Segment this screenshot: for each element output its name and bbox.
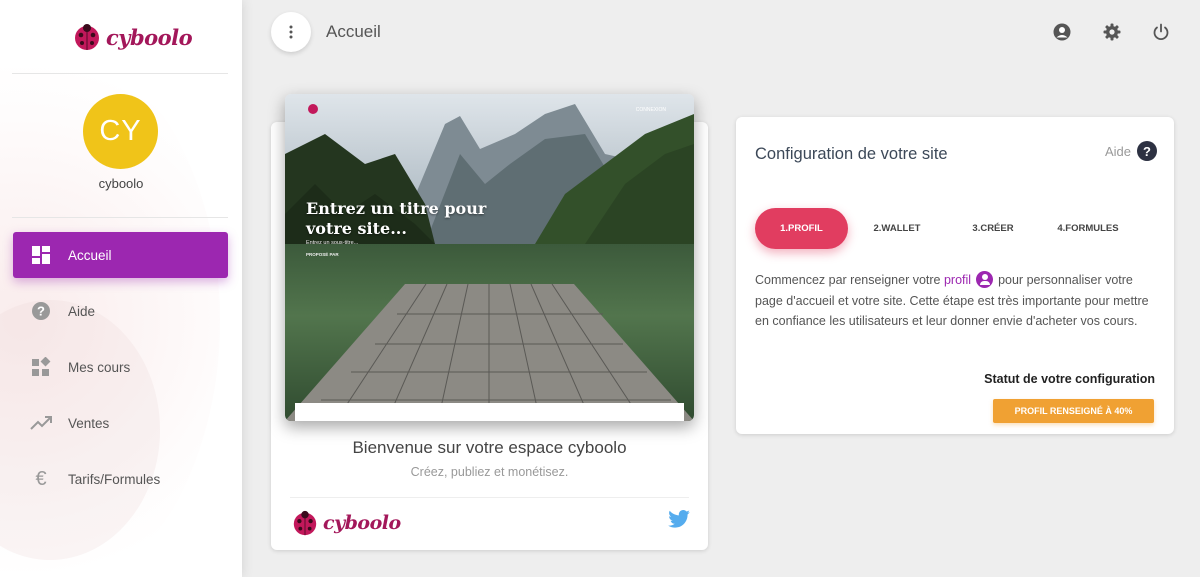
sidebar-item-label: Tarifs/Formules xyxy=(68,471,161,487)
user-name: cyboolo xyxy=(98,176,144,191)
hero-login-link[interactable]: CONNEXION xyxy=(636,107,666,113)
sidebar-item-label: Mes cours xyxy=(68,359,131,375)
divider xyxy=(290,497,689,498)
twitter-icon[interactable] xyxy=(668,510,690,528)
trending-up-icon xyxy=(30,412,52,434)
help-circle-icon: ? xyxy=(30,300,52,322)
step-formules[interactable]: 4.FORMULES xyxy=(1050,208,1126,249)
svg-text:?: ? xyxy=(37,304,45,319)
footer-brand-logo[interactable]: cyboolo xyxy=(291,509,401,537)
status-label: Statut de votre configuration xyxy=(984,372,1155,386)
sidebar: cyboolo CY cyboolo Accueil ? Aide Mes co… xyxy=(0,0,242,577)
power-icon[interactable] xyxy=(1150,21,1172,43)
hero-bottom-bar xyxy=(295,403,684,421)
menu-button[interactable] xyxy=(271,12,311,52)
ladybug-icon xyxy=(75,24,99,50)
widgets-icon xyxy=(30,356,52,378)
hero-by-label: PROPOSÉ PAR xyxy=(306,252,339,257)
profile-link[interactable]: profil xyxy=(944,273,971,287)
configuration-title: Configuration de votre site xyxy=(755,145,948,163)
sidebar-item-label: Accueil xyxy=(68,247,112,263)
welcome-subtitle: Créez, publiez et monétisez. xyxy=(410,465,569,479)
hero-dock xyxy=(285,284,694,421)
sidebar-item-label: Ventes xyxy=(68,415,110,431)
account-circle-icon xyxy=(976,271,994,288)
sidebar-item-aide[interactable]: ? Aide xyxy=(13,288,228,334)
footer-brand-name: cyboolo xyxy=(323,512,401,534)
settings-icon[interactable] xyxy=(1101,21,1123,43)
step-profil[interactable]: 1.PROFIL xyxy=(755,208,848,249)
status-badge: PROFIL RENSEIGNÉ À 40% xyxy=(993,399,1154,423)
divider xyxy=(12,217,228,218)
help-link[interactable]: Aide ? xyxy=(1105,141,1158,161)
configuration-description: Commencez par renseigner votre profil pou… xyxy=(755,270,1155,332)
sidebar-item-accueil[interactable]: Accueil xyxy=(13,232,228,278)
page-title: Accueil xyxy=(326,22,381,41)
hero-subtitle: Entrez un sous-titre... xyxy=(306,240,359,246)
sidebar-item-label: Aide xyxy=(68,303,96,319)
euro-icon: € xyxy=(35,467,47,490)
dashboard-icon xyxy=(30,244,52,266)
brand-logo[interactable]: cyboolo xyxy=(72,20,193,54)
hero-brand-logo xyxy=(308,104,318,114)
step-wallet[interactable]: 2.WALLET xyxy=(860,208,934,249)
site-preview-image[interactable]: CONNEXION Entrez un titre pour votre sit… xyxy=(285,94,694,421)
avatar[interactable]: CY xyxy=(83,94,158,169)
sidebar-item-ventes[interactable]: Ventes xyxy=(13,400,228,446)
account-circle-icon[interactable] xyxy=(1051,21,1073,43)
help-circle-icon: ? xyxy=(1137,141,1158,161)
description-text: Commencez par renseigner votre xyxy=(755,273,941,287)
ladybug-icon xyxy=(293,510,317,536)
sidebar-item-tarifs-formules[interactable]: € Tarifs/Formules xyxy=(13,456,228,502)
brand-name: cyboolo xyxy=(106,24,193,50)
welcome-title: Bienvenue sur votre espace cyboolo xyxy=(352,438,627,457)
help-label: Aide xyxy=(1105,143,1132,159)
divider xyxy=(12,73,228,74)
more-vertical-icon xyxy=(289,25,293,39)
hero-title: Entrez un titre pour votre site... xyxy=(306,199,487,238)
sidebar-item-mes-cours[interactable]: Mes cours xyxy=(13,344,228,390)
step-creer[interactable]: 3.CRÉER xyxy=(956,208,1030,249)
